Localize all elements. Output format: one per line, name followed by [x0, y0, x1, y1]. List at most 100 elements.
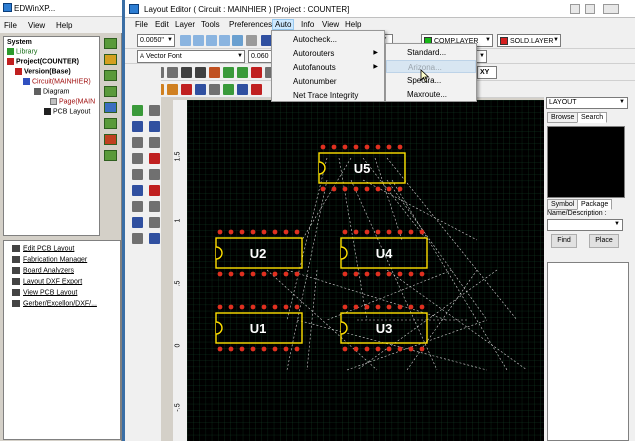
- font-combo[interactable]: A Vector Font ▼: [137, 50, 245, 63]
- u4-label: U4: [376, 246, 393, 261]
- menu-item-net-trace-integrity[interactable]: Net Trace Integrity: [272, 89, 384, 102]
- refresh-icon[interactable]: [149, 121, 160, 132]
- swap-icon[interactable]: [132, 201, 143, 212]
- zoom-in-icon[interactable]: [180, 35, 191, 46]
- grid-combo[interactable]: 0.0050" ▼: [137, 34, 175, 47]
- submenu-item-spectra[interactable]: Spectra...: [386, 74, 476, 87]
- tree-item-page[interactable]: Page(MAIN: [50, 98, 95, 105]
- pcb-canvas[interactable]: U5 U2 U4 U1 U3: [187, 100, 544, 441]
- tool-board-analyzers[interactable]: Board Analyzers: [12, 267, 74, 274]
- net-icon[interactable]: [132, 217, 143, 228]
- drc-icon[interactable]: [251, 84, 262, 95]
- tool-icon-3[interactable]: [104, 70, 117, 81]
- library-combo[interactable]: LAYOUT ▼: [546, 97, 628, 109]
- bottom-layer-combo[interactable]: SOLD.LAYER ▼: [497, 34, 561, 47]
- tool-gerber-export[interactable]: Gerber/Excellon/DXF/...: [12, 300, 97, 307]
- tree-item-version[interactable]: Version(Base): [15, 68, 71, 75]
- xy-combo[interactable]: XY: [477, 66, 497, 79]
- tool-icon-5[interactable]: [104, 102, 117, 113]
- tab-package[interactable]: Package: [577, 199, 613, 210]
- zoom-window-icon[interactable]: [219, 35, 230, 46]
- polygon-icon[interactable]: [195, 84, 206, 95]
- green-tool-icon[interactable]: [132, 105, 143, 116]
- menu-view[interactable]: View: [320, 20, 341, 29]
- submenu-item-arizona[interactable]: Arizona...: [386, 60, 476, 73]
- tree-item-diagram[interactable]: Diagram: [34, 88, 69, 95]
- target-icon[interactable]: [149, 185, 160, 196]
- tool-fabrication-manager[interactable]: Fabrication Manager: [12, 256, 87, 263]
- delete-icon[interactable]: [195, 67, 206, 78]
- query-icon[interactable]: [132, 137, 143, 148]
- tab-symbol[interactable]: Symbol: [547, 199, 579, 210]
- tool-icon-1[interactable]: [104, 38, 117, 49]
- copy-icon[interactable]: [181, 67, 192, 78]
- name-description-input[interactable]: ▼: [547, 219, 623, 231]
- dimension-icon[interactable]: [209, 84, 220, 95]
- redraw-icon[interactable]: [246, 35, 257, 46]
- minimize-button[interactable]: [570, 4, 580, 14]
- snap-icon[interactable]: [149, 137, 160, 148]
- chevron-down-icon: ▼: [614, 221, 620, 227]
- tab-browse[interactable]: Browse: [547, 112, 579, 123]
- maximize-button[interactable]: [585, 4, 595, 14]
- menu-tools[interactable]: Tools: [199, 20, 222, 29]
- place-button[interactable]: Place: [589, 234, 619, 248]
- via-icon[interactable]: [237, 67, 248, 78]
- tool-layout-dxf-export[interactable]: Layout DXF Export: [12, 278, 82, 285]
- submenu-item-standard[interactable]: Standard...: [386, 46, 476, 59]
- tree-item-pcb-layout[interactable]: PCB Layout: [44, 108, 90, 115]
- menu-help[interactable]: Help: [56, 21, 72, 30]
- keepout-icon[interactable]: [181, 84, 192, 95]
- mirror-icon[interactable]: [167, 67, 178, 78]
- tool-view-pcb-layout[interactable]: View PCB Layout: [12, 289, 77, 296]
- menu-edit[interactable]: Edit: [153, 20, 171, 29]
- cursor-tool-icon[interactable]: [149, 105, 160, 116]
- edit-tool-icon[interactable]: [132, 153, 143, 164]
- cross-icon[interactable]: [149, 153, 160, 164]
- arc-icon[interactable]: [167, 84, 178, 95]
- find-button[interactable]: Find: [551, 234, 577, 248]
- tool-icon-2[interactable]: [104, 54, 117, 65]
- trace-icon[interactable]: [223, 67, 234, 78]
- zoom-out-icon[interactable]: [193, 35, 204, 46]
- zoom-fit-icon[interactable]: [206, 35, 217, 46]
- align-icon[interactable]: [132, 185, 143, 196]
- layer-tool-icon[interactable]: [132, 233, 143, 244]
- tool-icon-7[interactable]: [104, 134, 117, 145]
- menu-file[interactable]: File: [133, 20, 150, 29]
- menu-preferences[interactable]: Preferences: [227, 20, 274, 29]
- pattern-icon[interactable]: [149, 233, 160, 244]
- tab-search[interactable]: Search: [577, 112, 608, 123]
- tree-item-project[interactable]: Project(COUNTER): [7, 58, 79, 65]
- menu-item-autocheck[interactable]: Autocheck...: [272, 33, 384, 46]
- tool-icon-6[interactable]: [104, 118, 117, 129]
- menu-item-autofanouts[interactable]: Autofanouts ▶: [272, 61, 384, 74]
- pan-icon[interactable]: [232, 35, 243, 46]
- circle-icon[interactable]: [149, 217, 160, 228]
- tree-item-circuit[interactable]: Circuit(MAINHIER): [23, 78, 91, 85]
- tool-icon-8[interactable]: [104, 150, 117, 161]
- submenu-item-maxroute[interactable]: Maxroute...: [386, 88, 476, 101]
- measure-icon[interactable]: [237, 84, 248, 95]
- tool-icon-4[interactable]: [104, 86, 117, 97]
- pad-icon[interactable]: [209, 67, 220, 78]
- menu-help[interactable]: Help: [343, 20, 363, 29]
- select-icon[interactable]: [132, 121, 143, 132]
- menu-file[interactable]: File: [4, 21, 17, 30]
- tree-item-system[interactable]: System: [7, 39, 32, 46]
- tree-item-library[interactable]: Library: [7, 48, 37, 55]
- tool-edit-pcb-layout[interactable]: Edit PCB Layout: [12, 245, 74, 252]
- pin-icon[interactable]: [149, 201, 160, 212]
- box-icon[interactable]: [149, 169, 160, 180]
- menu-info[interactable]: Info: [299, 20, 316, 29]
- group-icon[interactable]: [132, 169, 143, 180]
- menu-view[interactable]: View: [28, 21, 45, 30]
- search-results-list[interactable]: [547, 262, 629, 441]
- menu-item-autonumber[interactable]: Autonumber: [272, 75, 384, 88]
- ratsnest-icon[interactable]: [223, 84, 234, 95]
- close-button[interactable]: [603, 4, 619, 14]
- menu-item-autorouters[interactable]: Autorouters ▶: [272, 47, 384, 60]
- menu-layer[interactable]: Layer: [173, 20, 197, 29]
- drill-icon[interactable]: [251, 67, 262, 78]
- menu-auto[interactable]: Auto: [272, 19, 295, 30]
